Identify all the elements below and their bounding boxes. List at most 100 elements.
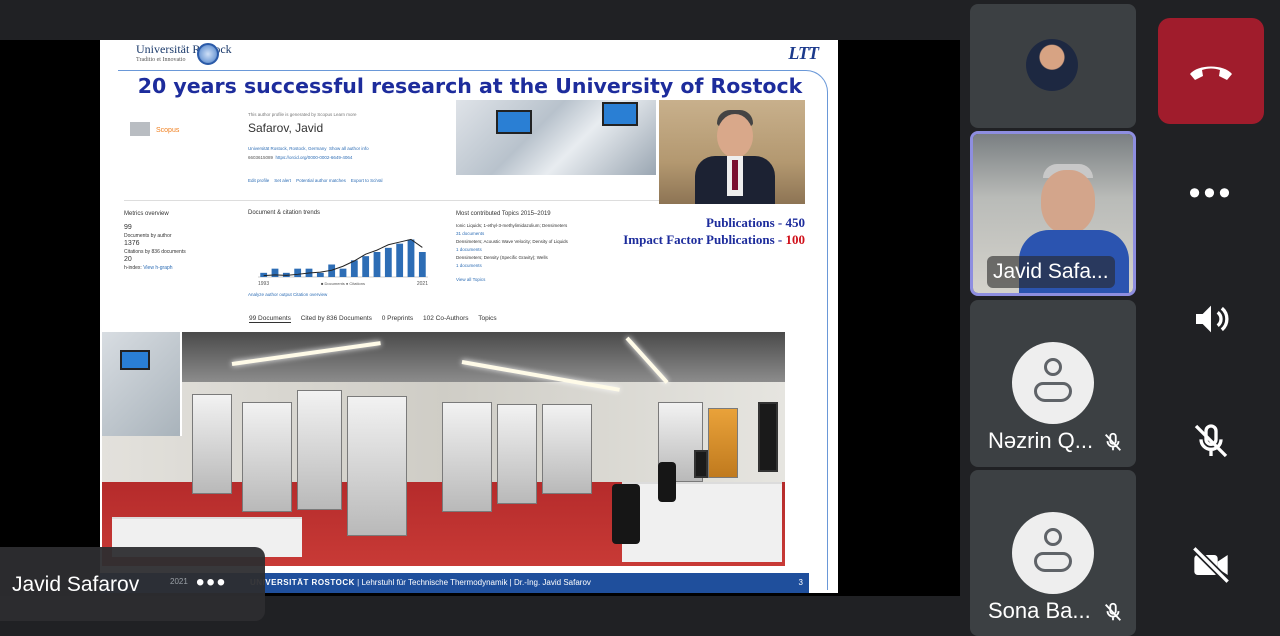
trend-bar	[396, 243, 404, 277]
trends-links: Analyze author output Citation overview	[248, 292, 328, 297]
lab-rack	[297, 390, 342, 510]
lab-chair	[658, 462, 676, 502]
lab-bench	[622, 482, 782, 562]
phone-hangup-icon	[1190, 66, 1232, 80]
lab-photo-small	[456, 100, 656, 175]
lab-rack	[497, 404, 537, 504]
tab-coauthors: 102 Co-Authors	[422, 315, 469, 322]
trend-chart: 1993 2021 ■ Documents ● Citations	[258, 238, 428, 287]
lab-rack	[708, 408, 738, 478]
participant-photo	[1026, 39, 1078, 91]
presenter-name: Javid Safarov	[12, 573, 140, 596]
orcid-link: https://orcid.org/0000-0002-6649-4064	[275, 155, 353, 160]
lab-panorama-photo	[102, 332, 785, 566]
trend-bar	[407, 239, 415, 277]
metrics-overview: Metrics overview 99 Documents by author …	[124, 210, 234, 272]
trend-bar	[339, 268, 347, 277]
impact-value: 100	[785, 232, 806, 247]
end-call-button[interactable]	[1158, 18, 1264, 124]
trend-bar	[260, 272, 268, 277]
meeting-stage: Universität Rostock Traditio et Innovati…	[0, 0, 960, 636]
lab-rack	[242, 402, 292, 512]
participant-tile[interactable]: Nəzrin Q...	[970, 300, 1136, 467]
trend-bar	[271, 268, 279, 277]
lab-monitor-icon	[602, 102, 638, 126]
lab-monitor	[694, 450, 708, 478]
profile-actions: Edit profile Set alert Potential author …	[248, 178, 383, 183]
user-avatar-icon	[1012, 512, 1094, 594]
speaker-button[interactable]	[1158, 266, 1264, 372]
author-id: 6603615089	[248, 155, 274, 160]
action-author-matches: Potential author matches	[296, 178, 346, 183]
trend-bar	[418, 252, 426, 277]
presentation-slide: Universität Rostock Traditio et Innovati…	[100, 40, 838, 593]
citation-trends: Document & citation trends 1993 2021 ■ Doc…	[248, 210, 448, 300]
user-avatar-icon	[1012, 342, 1094, 424]
lab-monitor-icon	[496, 110, 532, 134]
mic-muted-icon	[1104, 602, 1122, 621]
trend-bar	[316, 272, 324, 277]
participant-tile-active-speaker[interactable]: Javid Safa...	[970, 131, 1136, 296]
participant-tile[interactable]: Sona Ba...	[970, 470, 1136, 636]
speaker-icon	[1196, 305, 1229, 333]
trend-tick-label: 1993	[258, 281, 269, 287]
lab-rack	[442, 402, 492, 512]
lab-monitor-icon	[120, 350, 150, 370]
hindex-link: View h-graph	[143, 265, 173, 271]
trend-bar	[362, 256, 370, 277]
lab-rack	[542, 404, 592, 494]
action-set-alert: Set alert	[274, 178, 292, 183]
topic-item: Densimeters; Density (Specific Gravity);…	[456, 255, 548, 260]
participant-name: Sona Ba...	[988, 598, 1091, 623]
mic-muted-icon	[1104, 432, 1122, 451]
slide-title: 20 years successful research at the Univ…	[137, 74, 803, 98]
trend-bar	[294, 268, 302, 277]
avatar-head	[1044, 528, 1062, 546]
author-name: Safarov, Javid	[248, 121, 324, 135]
footer-page-number: 3	[798, 578, 803, 587]
impact-label: Impact Factor Publications -	[623, 232, 786, 247]
lab-inset-photo	[102, 332, 182, 436]
lab-monitor	[758, 402, 778, 472]
action-edit-profile: Edit profile	[248, 178, 270, 183]
mic-muted-icon	[1194, 424, 1228, 458]
hindex-value: 20	[124, 256, 132, 263]
footer-text: | Lehrstuhl für Technische Thermodynamik…	[354, 578, 591, 587]
publications-label: Publications -	[706, 215, 786, 230]
metrics-title: Metrics overview	[124, 211, 169, 217]
show-info-link: Show all author info	[329, 146, 369, 151]
university-seal-icon	[197, 43, 219, 65]
camera-head	[1041, 170, 1095, 234]
more-options-button[interactable]: •••	[1158, 140, 1264, 246]
lab-cabinet	[192, 394, 232, 494]
avatar-body	[1034, 552, 1072, 572]
lab-ceiling	[102, 332, 785, 382]
topic-docs: 1 documents	[456, 263, 482, 268]
lab-rack	[347, 396, 407, 536]
profile-note: This author profile is generated by Scop…	[248, 112, 357, 117]
camera-off-icon	[1191, 545, 1231, 585]
avatar-body	[1034, 382, 1072, 402]
camera-toggle-button[interactable]	[1158, 512, 1264, 618]
author-info: Universität Rostock, Rostock, Germany Sh…	[248, 144, 369, 162]
trend-bar	[350, 260, 358, 277]
documents-count: 99	[124, 224, 132, 231]
presenter-name-bar: 2021 Javid Safarov •••	[0, 547, 265, 621]
lab-chair	[612, 484, 640, 544]
microphone-toggle-button[interactable]	[1158, 388, 1264, 494]
tab-topics: Topics	[478, 315, 497, 322]
slide-header: Universität Rostock Traditio et Innovati…	[100, 40, 838, 70]
scopus-brand: Scopus	[156, 127, 180, 134]
citations-label: Citations by 836 documents	[124, 249, 186, 255]
affiliation: Universität Rostock, Rostock, Germany	[248, 146, 327, 151]
footer-university: UNIVERSITÄT ROSTOCK	[250, 578, 355, 587]
trends-title: Document & citation trends	[248, 210, 321, 216]
ltt-logo: LTT	[788, 43, 819, 63]
presenter-more-button[interactable]: •••	[196, 569, 227, 597]
tab-cited-by: Cited by 836 Documents	[300, 315, 372, 322]
participant-tile-self[interactable]	[970, 4, 1136, 128]
citations-count: 1376	[124, 240, 140, 247]
documents-label: Documents by author	[124, 233, 172, 239]
trend-bar	[373, 252, 381, 277]
trend-bar	[384, 247, 392, 277]
